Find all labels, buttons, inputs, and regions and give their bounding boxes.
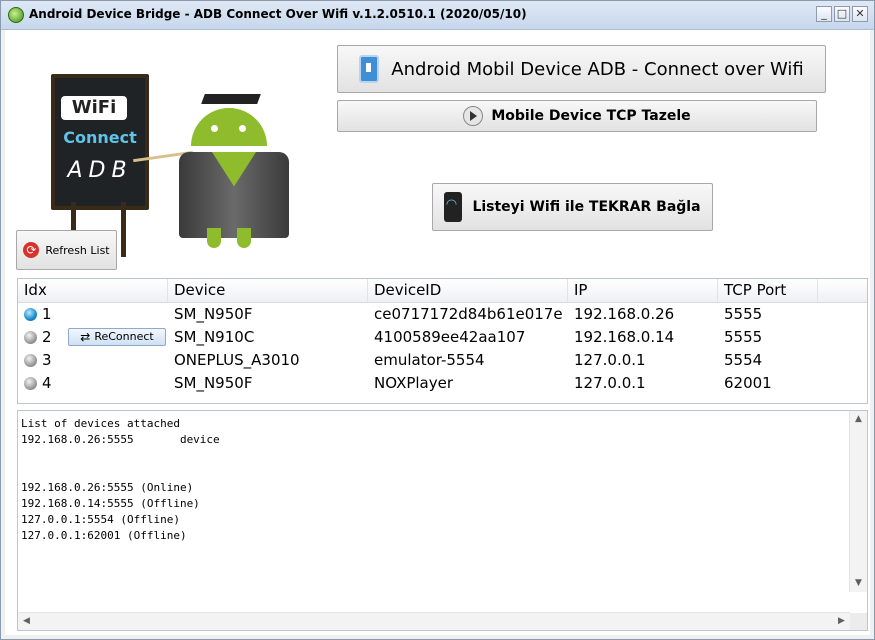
column-header-idx[interactable]: Idx (18, 279, 168, 302)
reconnect-label: ReConnect (94, 330, 154, 343)
row-ip: 127.0.0.1 (574, 374, 646, 392)
table-row[interactable]: 3 ONEPLUS_A3010 emulator-5554 127.0.0.1 … (18, 349, 867, 372)
row-device: SM_N910C (174, 328, 255, 346)
table-row[interactable]: 2 ⇄ ReConnect SM_N910C 4100589ee42aa107 … (18, 326, 867, 349)
scrollbar-corner (850, 613, 867, 630)
refresh-list-button[interactable]: ⟳ Refresh List (16, 230, 117, 270)
android-icon (8, 7, 24, 23)
board-leg-right (121, 202, 126, 257)
reconnect-list-wifi-button[interactable]: Listeyi Wifi ile TEKRAR Bağla (432, 183, 713, 231)
wifi-connect-adb-logo: WiFi Connect ADB (41, 60, 301, 257)
scroll-down-icon[interactable]: ▼ (850, 575, 867, 592)
close-button[interactable]: ✕ (852, 6, 868, 22)
title-bar[interactable]: Android Device Bridge - ADB Connect Over… (1, 1, 874, 30)
logo-adb-text: ADB (67, 158, 133, 183)
phone-icon (359, 55, 380, 83)
chalkboard: WiFi Connect ADB (51, 74, 149, 210)
row-idx: 4 (42, 374, 52, 392)
device-list[interactable]: Idx Device DeviceID IP TCP Port 1 SM_N95… (17, 278, 868, 404)
reconnect-button[interactable]: ⇄ ReConnect (68, 328, 166, 346)
row-device: SM_N950F (174, 305, 253, 323)
row-device: SM_N950F (174, 374, 253, 392)
android-robot-head (191, 108, 267, 146)
play-icon (463, 106, 484, 126)
row-tcp-port: 5555 (724, 305, 763, 323)
connect-over-wifi-label: Android Mobil Device ADB - Connect over … (391, 58, 804, 80)
maximize-button[interactable]: □ (834, 6, 850, 22)
status-online-icon (24, 308, 37, 321)
row-device-id: ce0717172d84b61e017e (374, 305, 563, 323)
column-header-device[interactable]: Device (168, 279, 368, 302)
reconnect-icon: ⇄ (80, 330, 91, 344)
table-row[interactable]: 1 SM_N950F ce0717172d84b61e017e 192.168.… (18, 303, 867, 326)
robot-eye-right (239, 125, 246, 132)
row-idx: 3 (42, 351, 52, 369)
client-area: WiFi Connect ADB Android Mobil Device AD… (5, 30, 870, 635)
row-device-id: 4100589ee42aa107 (374, 328, 526, 346)
console-text: List of devices attached 192.168.0.26:55… (21, 417, 220, 542)
row-ip: 192.168.0.14 (574, 328, 675, 346)
row-idx: 1 (42, 305, 52, 323)
row-device-id: emulator-5554 (374, 351, 485, 369)
row-tcp-port: 5555 (724, 328, 763, 346)
row-tcp-port: 62001 (724, 374, 772, 392)
status-offline-icon (24, 331, 37, 344)
column-header-device-id[interactable]: DeviceID (368, 279, 568, 302)
status-offline-icon (24, 377, 37, 390)
device-list-header: Idx Device DeviceID IP TCP Port (18, 279, 867, 303)
minimize-button[interactable]: _ (816, 6, 832, 22)
horizontal-scrollbar[interactable]: ◀ ▶ (18, 612, 850, 630)
robot-leg-right (237, 228, 251, 248)
window-title: Android Device Bridge - ADB Connect Over… (29, 7, 527, 21)
table-row[interactable]: 4 SM_N950F NOXPlayer 127.0.0.1 62001 (18, 372, 867, 395)
refresh-list-label: Refresh List (45, 243, 110, 257)
row-ip: 127.0.0.1 (574, 351, 646, 369)
row-device-id: NOXPlayer (374, 374, 454, 392)
row-device: ONEPLUS_A3010 (174, 351, 300, 369)
tcp-refresh-label: Mobile Device TCP Tazele (491, 108, 691, 124)
row-idx: 2 (42, 328, 52, 346)
vertical-scrollbar[interactable]: ▲ ▼ (849, 411, 867, 592)
row-tcp-port: 5554 (724, 351, 763, 369)
robot-leg-left (207, 228, 221, 248)
column-header-tcp-port[interactable]: TCP Port (718, 279, 818, 302)
tcp-refresh-button[interactable]: Mobile Device TCP Tazele (337, 100, 817, 132)
wifi-mobile-icon (444, 192, 463, 222)
reconnect-list-wifi-label: Listeyi Wifi ile TEKRAR Bağla (472, 199, 701, 215)
scroll-up-icon[interactable]: ▲ (850, 411, 867, 428)
scroll-left-icon[interactable]: ◀ (18, 613, 35, 630)
column-header-ip[interactable]: IP (568, 279, 718, 302)
connect-over-wifi-button[interactable]: Android Mobil Device ADB - Connect over … (337, 45, 826, 93)
graduation-cap (201, 94, 261, 104)
logo-wifi-text: WiFi (61, 96, 127, 120)
robot-eye-left (211, 125, 218, 132)
row-ip: 192.168.0.26 (574, 305, 675, 323)
logo-connect-text: Connect (63, 128, 137, 147)
scroll-right-icon[interactable]: ▶ (833, 613, 850, 630)
console-output[interactable]: List of devices attached 192.168.0.26:55… (17, 410, 868, 631)
status-offline-icon (24, 354, 37, 367)
app-window: Android Device Bridge - ADB Connect Over… (0, 0, 875, 640)
refresh-icon: ⟳ (23, 242, 40, 258)
